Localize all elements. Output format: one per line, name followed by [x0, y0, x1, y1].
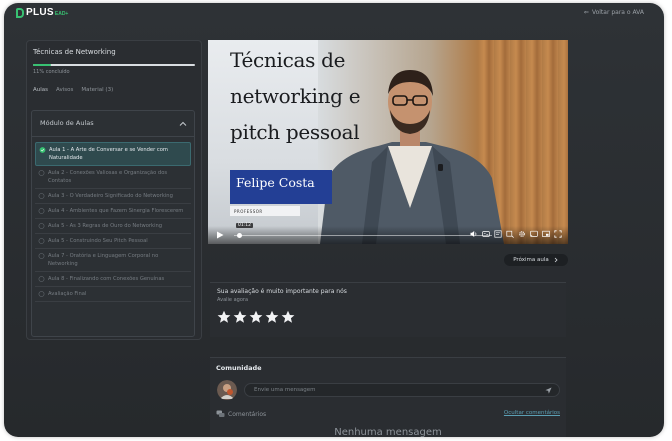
course-title: Técnicas de Networking [33, 48, 116, 56]
lesson-label: Aula 1 - A Arte de Conversar e se Vender… [49, 147, 168, 161]
lesson-label: Aula 2 - Conexões Valiosas e Organização… [48, 170, 168, 184]
brand-logo[interactable]: PLUS EAD+ [16, 7, 68, 18]
lesson-label: Aula 7 - Oratória e Linguagem Corporal n… [48, 253, 159, 267]
tab-aulas[interactable]: Aulas [33, 87, 48, 93]
star-icon[interactable] [233, 310, 247, 324]
message-placeholder: Envie uma mensagem [254, 387, 316, 393]
video-controls [208, 226, 568, 244]
lesson-label: Aula 3 - O Verdadeiro Significado do Net… [48, 193, 173, 199]
comments-icon [216, 410, 225, 417]
lesson-item[interactable]: Aula 4 - Ambientes que Fazem Sinergia Fl… [35, 204, 191, 219]
presenter-name: Felipe Costa [236, 175, 315, 190]
pip-icon[interactable] [542, 230, 550, 238]
rating-subtitle: Avalie agora [217, 297, 249, 303]
module-title: Módulo de Aulas [40, 119, 94, 127]
tab-material[interactable]: Material (3) [81, 87, 113, 93]
seek-bar[interactable] [234, 234, 492, 236]
star-rating [217, 310, 295, 324]
lesson-circle-icon [38, 253, 45, 259]
sidebar-tabs: Aulas Avisos Material (3) [33, 87, 113, 93]
presenter-name-plate: Felipe Costa [230, 170, 332, 204]
lesson-label: Aula 4 - Ambientes que Fazem Sinergia Fl… [48, 208, 184, 214]
next-lesson-label: Próxima aula [513, 257, 549, 263]
next-lesson-button[interactable]: Próxima aula [504, 254, 568, 266]
play-icon[interactable] [216, 231, 224, 239]
chevron-right-icon [554, 257, 558, 263]
lesson-item[interactable]: Aula 5 - As 3 Regras de Ouro do Networki… [35, 219, 191, 234]
captions-icon[interactable] [482, 230, 490, 238]
lesson-item[interactable]: Aula 3 - O Verdadeiro Significado do Net… [35, 189, 191, 204]
lesson-circle-icon [38, 291, 45, 297]
video-player[interactable]: Técnicas de networking e pitch pessoal F… [208, 40, 568, 244]
lesson-circle-icon [38, 276, 45, 282]
comments-header: Comentários [216, 410, 266, 418]
app-window: PLUS EAD+ ⇐ Voltar para o AVA Técnicas d… [4, 3, 664, 437]
rating-section: Sua avaliação é muito importante para nó… [210, 282, 566, 337]
lesson-list: Aula 1 - A Arte de Conversar e se Vender… [35, 142, 191, 302]
progress-label: 11% concluído [33, 69, 70, 75]
lesson-label: Avaliação Final [48, 291, 87, 297]
lesson-circle-icon [38, 170, 45, 176]
presenter-role: PROFESSOR [230, 206, 300, 216]
lesson-item[interactable]: Aula 2 - Conexões Valiosas e Organização… [35, 166, 191, 189]
brand-suffix: EAD+ [54, 10, 69, 17]
lesson-label: Aula 5 - As 3 Regras de Ouro do Networki… [48, 223, 163, 229]
course-progress-bar [33, 64, 195, 66]
lesson-item[interactable]: Aula 8 - Finalizando com Conexões Genuín… [35, 272, 191, 287]
lesson-circle-icon [38, 223, 45, 229]
course-sidebar: Técnicas de Networking 11% concluído Aul… [26, 40, 202, 340]
empty-messages-label: Nenhuma mensagem [334, 427, 442, 437]
quality-icon[interactable] [506, 230, 514, 238]
presenter-figure [320, 70, 504, 244]
chapters-icon[interactable] [494, 230, 502, 238]
community-section: Comunidade Envie uma mensagem Comentário… [210, 357, 566, 437]
check-circle-icon [39, 147, 46, 153]
lesson-item[interactable]: Aula 1 - A Arte de Conversar e se Vender… [35, 142, 191, 166]
course-progress-fill [33, 64, 51, 66]
tab-avisos[interactable]: Avisos [56, 87, 73, 93]
lesson-item[interactable]: Avaliação Final [35, 287, 191, 302]
brand-name: PLUS [26, 7, 54, 18]
settings-gear-icon[interactable] [518, 230, 526, 238]
star-icon[interactable] [281, 310, 295, 324]
star-icon[interactable] [249, 310, 263, 324]
send-icon[interactable] [545, 387, 552, 394]
lesson-label: Aula 5 - Construindo Seu Pitch Pessoal [48, 238, 148, 244]
lesson-circle-icon [38, 238, 45, 244]
comments-label: Comentários [228, 410, 267, 418]
chevron-up-icon[interactable] [178, 119, 188, 129]
seek-thumb[interactable] [236, 232, 242, 238]
module-card: Módulo de Aulas Aula 1 - A Arte de Conve… [31, 110, 195, 337]
back-to-ava-link[interactable]: ⇐ Voltar para o AVA [584, 9, 644, 16]
message-input[interactable]: Envie uma mensagem [244, 383, 560, 397]
rating-title: Sua avaliação é muito importante para nó… [217, 288, 347, 295]
community-title: Comunidade [216, 364, 262, 372]
top-bar: PLUS EAD+ ⇐ Voltar para o AVA [4, 3, 664, 23]
module-header[interactable]: Módulo de Aulas [32, 111, 194, 137]
user-avatar [217, 380, 237, 400]
star-icon[interactable] [217, 310, 231, 324]
star-icon[interactable] [265, 310, 279, 324]
cast-icon[interactable] [530, 230, 538, 238]
volume-icon[interactable] [470, 230, 478, 238]
logo-mark-icon [16, 7, 24, 18]
lesson-circle-icon [38, 193, 45, 199]
lesson-item[interactable]: Aula 5 - Construindo Seu Pitch Pessoal [35, 234, 191, 249]
lesson-label: Aula 8 - Finalizando com Conexões Genuín… [48, 276, 165, 282]
lesson-circle-icon [38, 208, 45, 214]
player-control-icons [470, 230, 562, 238]
back-arrow-icon: ⇐ [583, 9, 589, 16]
hide-comments-link[interactable]: Ocultar comentários [504, 410, 560, 416]
lesson-item[interactable]: Aula 7 - Oratória e Linguagem Corporal n… [35, 249, 191, 272]
fullscreen-icon[interactable] [554, 230, 562, 238]
back-link-label: Voltar para o AVA [591, 9, 644, 16]
